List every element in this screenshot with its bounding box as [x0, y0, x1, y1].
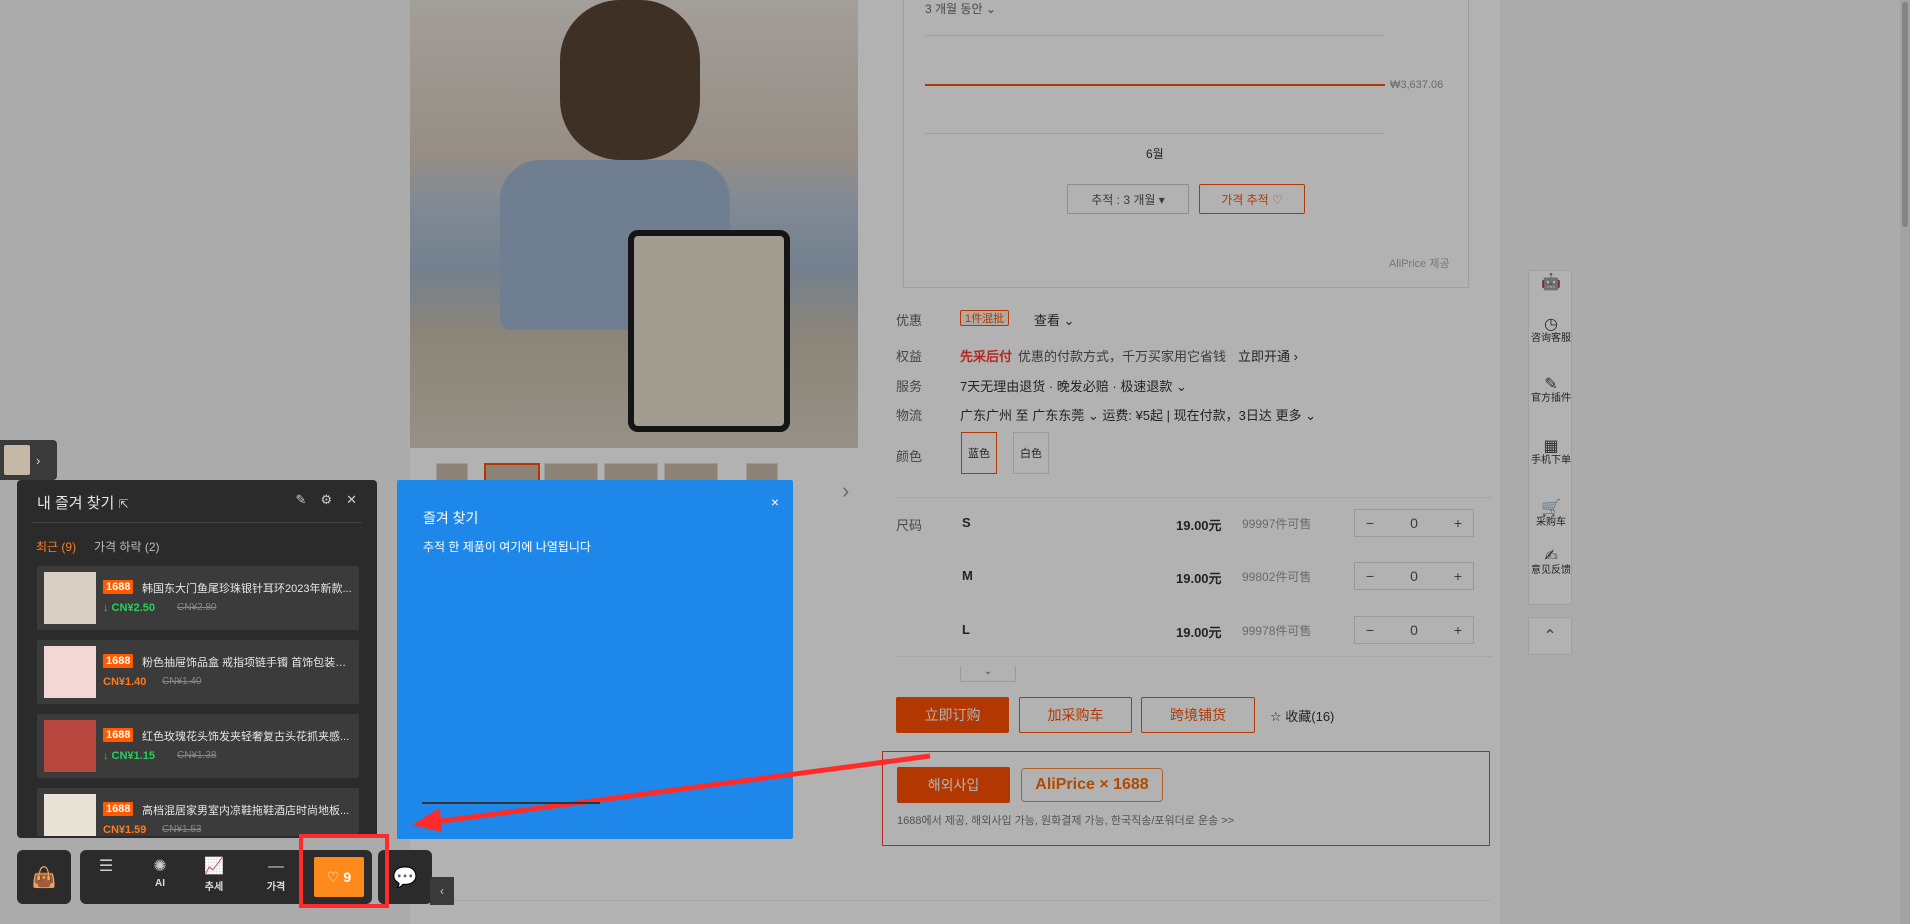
dock-label: 가격 [266, 882, 286, 893]
list-item[interactable]: 1688 红色玫瑰花头饰发夹轻奢复古头花抓夹感... ↓ CN¥1.15 CN¥… [37, 714, 359, 778]
dock-label: 추세 [204, 882, 224, 893]
external-link-icon[interactable]: ⇱ [119, 497, 129, 511]
bag-icon: 👜 [31, 866, 57, 889]
dock-collapse[interactable]: ☰ [84, 856, 128, 898]
item-price: CN¥1.59 [103, 824, 147, 836]
annotation-highlight-box [299, 834, 389, 908]
item-title[interactable]: 红色玫瑰花头饰发夹轻奢复古头花抓夹感... [142, 728, 352, 744]
favorites-panel: 내 즐겨 찾기 ⇱ ✎ ⚙ ✕ 최근 (9) 가격 하락 (2) 1688 韩国… [17, 480, 377, 838]
item-thumbnail [44, 572, 96, 624]
dock-price[interactable]: — 가격 [254, 856, 298, 898]
chevron-right-icon: › [36, 452, 41, 468]
chat-icon: 💬 [392, 866, 418, 889]
edit-icon[interactable]: ✎ [296, 492, 307, 508]
item-price: CN¥1.40 [103, 676, 147, 688]
list-item[interactable]: 1688 高档混居家男室内凉鞋拖鞋酒店时尚地板... CN¥1.59 CN¥1.… [37, 788, 359, 836]
list-item[interactable]: 1688 粉色抽屉饰品盒 戒指项链手镯 首饰包装盒 ... CN¥1.40 CN… [37, 640, 359, 704]
source-badge: 1688 [103, 728, 134, 742]
dock-trend[interactable]: 📈 추세 [192, 856, 236, 898]
source-badge: 1688 [103, 802, 134, 816]
item-thumbnail [44, 720, 96, 772]
favorites-tooltip: 즐겨 찾기 추적 한 제품이 여기에 나열됩니다 × [397, 480, 793, 839]
dock-ai[interactable]: ✺ AI [138, 856, 182, 898]
shopping-bag-button[interactable]: 👜 [17, 850, 71, 904]
item-thumbnail [44, 794, 96, 836]
item-old-price: CN¥1.38 [177, 750, 217, 761]
product-thumb-avatar [4, 445, 30, 475]
collapse-icon: ☰ [98, 858, 114, 875]
ai-icon: ✺ [153, 858, 167, 875]
source-badge: 1688 [103, 580, 134, 594]
list-item[interactable]: 1688 韩国东大门鱼尾珍珠银针耳环2023年新款... ↓ CN¥2.50 C… [37, 566, 359, 630]
item-title[interactable]: 高档混居家男室内凉鞋拖鞋酒店时尚地板... [142, 802, 352, 818]
gear-icon[interactable]: ⚙ [320, 492, 332, 508]
item-old-price: CN¥1.53 [162, 824, 202, 835]
favorites-title-text: 내 즐겨 찾기 [37, 495, 115, 512]
item-title[interactable]: 粉色抽屉饰品盒 戒指项链手镯 首饰包装盒 ... [142, 654, 352, 670]
favorites-mini-trigger[interactable]: › [0, 440, 57, 480]
item-old-price: CN¥1.40 [162, 676, 202, 687]
item-old-price: CN¥2.80 [177, 602, 217, 613]
tab-price-drop[interactable]: 가격 하락 (2) [94, 538, 160, 555]
price-icon: — [268, 858, 284, 875]
favorites-title: 내 즐겨 찾기 ⇱ [37, 492, 129, 513]
tooltip-body: 추적 한 제품이 여기에 나열됩니다 [423, 540, 591, 554]
trend-icon: 📈 [204, 858, 224, 875]
divider [32, 522, 362, 523]
tab-recent[interactable]: 최근 (9) [36, 538, 76, 555]
close-icon[interactable]: × [771, 494, 779, 510]
close-icon[interactable]: ✕ [346, 492, 357, 508]
favorites-header-actions: ✎ ⚙ ✕ [296, 492, 357, 508]
item-thumbnail [44, 646, 96, 698]
dock-label: AI [155, 878, 165, 889]
source-badge: 1688 [103, 654, 134, 668]
chevron-left-icon[interactable]: ‹ [430, 877, 454, 905]
item-title[interactable]: 韩国东大门鱼尾珍珠银针耳环2023年新款... [142, 580, 352, 596]
tooltip-title: 즐겨 찾기 [423, 510, 479, 526]
item-price: ↓ CN¥1.15 [103, 750, 155, 762]
item-price: ↓ CN¥2.50 [103, 602, 155, 614]
